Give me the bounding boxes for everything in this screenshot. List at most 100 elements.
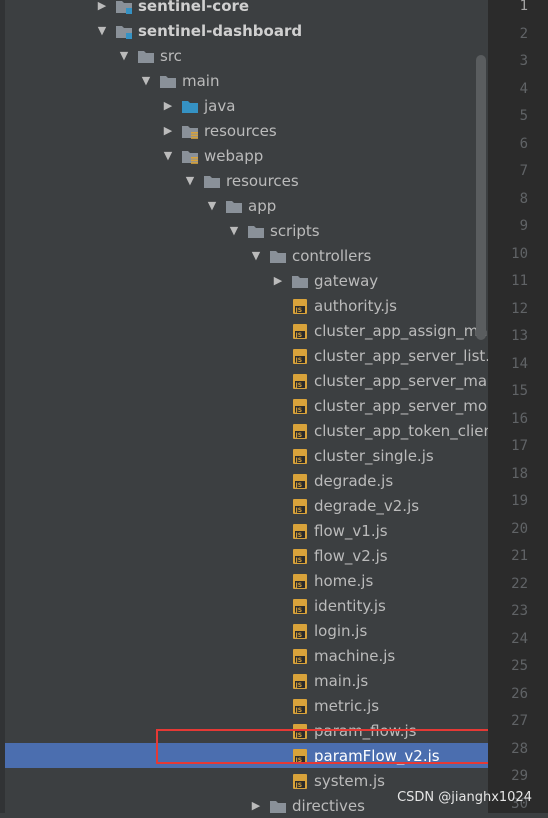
line-number: 8 bbox=[520, 186, 528, 214]
line-number: 25 bbox=[511, 653, 528, 681]
tree-folder-row[interactable]: ▶ sentinel-core bbox=[5, 0, 488, 18]
resources-folder-icon bbox=[181, 118, 201, 143]
line-number: 27 bbox=[511, 708, 528, 736]
tree-folder-row[interactable]: ▼ resources bbox=[5, 168, 488, 193]
js-file-icon: JS bbox=[291, 318, 311, 343]
tree-file-row[interactable]: ▶JSflow_v2.js bbox=[5, 543, 488, 568]
js-file-icon: JS bbox=[291, 593, 311, 618]
tree-file-row[interactable]: ▶JSdegrade_v2.js bbox=[5, 493, 488, 518]
tree-file-row[interactable]: ▶JScluster_app_assign_manage.js bbox=[5, 318, 488, 343]
tree-item-label: flow_v1.js bbox=[314, 522, 388, 540]
source-folder-icon bbox=[181, 93, 201, 118]
tree-item-label: sentinel-core bbox=[138, 0, 249, 15]
line-number: 21 bbox=[511, 543, 528, 571]
tree-item-label: flow_v2.js bbox=[314, 547, 388, 565]
collapse-right-arrow-icon[interactable]: ▶ bbox=[161, 93, 175, 118]
tree-item-label: home.js bbox=[314, 572, 373, 590]
line-number: 23 bbox=[511, 598, 528, 626]
tree-file-row[interactable]: ▶JSauthority.js bbox=[5, 293, 488, 318]
line-number: 2 bbox=[520, 21, 528, 49]
expand-down-arrow-icon[interactable]: ▼ bbox=[95, 18, 109, 43]
tree-file-row[interactable]: ▶JSflow_v1.js bbox=[5, 518, 488, 543]
line-number: 15 bbox=[511, 378, 528, 406]
tree-folder-row[interactable]: ▶java bbox=[5, 93, 488, 118]
tree-item-label: metric.js bbox=[314, 697, 379, 715]
tree-file-row[interactable]: ▶JSmetric.js bbox=[5, 693, 488, 718]
expand-down-arrow-icon[interactable]: ▼ bbox=[227, 218, 241, 243]
tree-folder-row[interactable]: ▶resources bbox=[5, 118, 488, 143]
tree-item-label: main bbox=[182, 72, 219, 90]
tree-item-label: cluster_app_server_manage.js bbox=[314, 372, 488, 390]
folder-icon bbox=[247, 218, 267, 243]
tree-item-label: degrade_v2.js bbox=[314, 497, 419, 515]
tree-file-row[interactable]: ▶JSidentity.js bbox=[5, 593, 488, 618]
expand-down-arrow-icon[interactable]: ▼ bbox=[183, 168, 197, 193]
tree-file-row[interactable]: ▶JScluster_app_token_client_list.js bbox=[5, 418, 488, 443]
line-number: 9 bbox=[520, 213, 528, 241]
tree-folder-row[interactable]: ▼sentinel-dashboard bbox=[5, 18, 488, 43]
svg-text:JS: JS bbox=[295, 507, 303, 514]
tree-item-label: cluster_app_server_list.js bbox=[314, 347, 488, 365]
tree-file-row[interactable]: ▶JScluster_app_server_manage.js bbox=[5, 368, 488, 393]
svg-text:JS: JS bbox=[295, 432, 303, 439]
line-number: 22 bbox=[511, 571, 528, 599]
folder-icon bbox=[225, 193, 245, 218]
expand-down-arrow-icon[interactable]: ▼ bbox=[249, 243, 263, 268]
tree-folder-row[interactable]: ▼scripts bbox=[5, 218, 488, 243]
tree-folder-row[interactable]: ▼controllers bbox=[5, 243, 488, 268]
tree-folder-row[interactable]: ▼webapp bbox=[5, 143, 488, 168]
js-file-icon: JS bbox=[291, 468, 311, 493]
tree-item-label: directives bbox=[292, 797, 365, 814]
tree-file-row[interactable]: ▶JScluster_app_server_monitor.js bbox=[5, 393, 488, 418]
collapse-right-arrow-icon[interactable]: ▶ bbox=[271, 268, 285, 293]
svg-text:JS: JS bbox=[295, 632, 303, 639]
tree-item-label: gateway bbox=[314, 272, 378, 290]
tree-folder-row[interactable]: ▼ main bbox=[5, 68, 488, 93]
tree-item-label: app bbox=[248, 197, 276, 215]
tree-folder-row[interactable]: ▶ gateway bbox=[5, 268, 488, 293]
collapse-right-arrow-icon[interactable]: ▶ bbox=[95, 0, 109, 18]
svg-text:JS: JS bbox=[295, 782, 303, 789]
js-file-icon: JS bbox=[291, 768, 311, 793]
tree-folder-row[interactable]: ▼src bbox=[5, 43, 488, 68]
tree-item-label: resources bbox=[226, 172, 299, 190]
js-file-icon: JS bbox=[291, 693, 311, 718]
collapse-right-arrow-icon[interactable]: ▶ bbox=[249, 793, 263, 813]
folder-icon bbox=[269, 243, 289, 268]
line-number: 20 bbox=[511, 516, 528, 544]
js-file-icon: JS bbox=[291, 518, 311, 543]
collapse-right-arrow-icon[interactable]: ▶ bbox=[161, 118, 175, 143]
module-folder-icon bbox=[115, 0, 135, 18]
expand-down-arrow-icon[interactable]: ▼ bbox=[117, 43, 131, 68]
project-tree[interactable]: ▶sentinel-core▼sentinel-dashboard▼src▼ma… bbox=[5, 0, 488, 813]
svg-text:JS: JS bbox=[295, 657, 303, 664]
tree-file-row[interactable]: ▶JSmain.js bbox=[5, 668, 488, 693]
line-number: 18 bbox=[511, 461, 528, 489]
expand-down-arrow-icon[interactable]: ▼ bbox=[161, 143, 175, 168]
tree-file-row[interactable]: ▶JSdegrade.js bbox=[5, 468, 488, 493]
folder-icon bbox=[137, 43, 157, 68]
svg-text:JS: JS bbox=[295, 382, 303, 389]
tree-file-row[interactable]: ▶JShome.js bbox=[5, 568, 488, 593]
tree-file-row[interactable]: ▶JScluster_single.js bbox=[5, 443, 488, 468]
tree-file-row[interactable]: ▶JSmachine.js bbox=[5, 643, 488, 668]
svg-text:JS: JS bbox=[295, 307, 303, 314]
js-file-icon: JS bbox=[291, 668, 311, 693]
tree-folder-row[interactable]: ▼ app bbox=[5, 193, 488, 218]
line-number: 6 bbox=[520, 131, 528, 159]
expand-down-arrow-icon[interactable]: ▼ bbox=[205, 193, 219, 218]
js-file-icon: JS bbox=[291, 568, 311, 593]
tree-scrollbar[interactable] bbox=[476, 55, 486, 340]
js-file-icon: JS bbox=[291, 293, 311, 318]
tree-file-row[interactable]: ▶JScluster_app_server_list.js bbox=[5, 343, 488, 368]
line-number: 5 bbox=[520, 103, 528, 131]
line-number: 24 bbox=[511, 626, 528, 654]
js-file-icon: JS bbox=[291, 393, 311, 418]
svg-text:JS: JS bbox=[295, 682, 303, 689]
tree-file-row[interactable]: ▶JSlogin.js bbox=[5, 618, 488, 643]
tree-item-label: cluster_app_server_monitor.js bbox=[314, 397, 488, 415]
svg-text:JS: JS bbox=[295, 707, 303, 714]
tree-item-label: cluster_app_assign_manage.js bbox=[314, 322, 488, 340]
expand-down-arrow-icon[interactable]: ▼ bbox=[139, 68, 153, 93]
line-number: 13 bbox=[511, 323, 528, 351]
